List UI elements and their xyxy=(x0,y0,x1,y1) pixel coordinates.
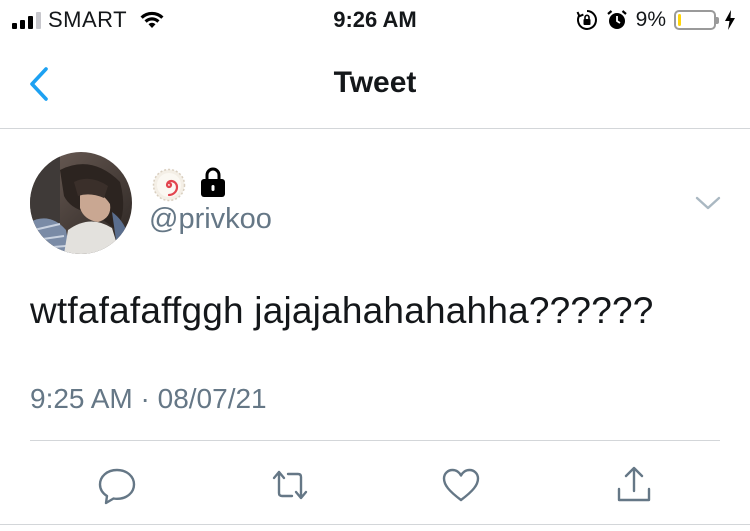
rotation-lock-icon xyxy=(576,10,597,30)
status-right: 9% xyxy=(576,7,736,33)
share-icon[interactable] xyxy=(612,463,656,507)
alarm-icon xyxy=(606,10,627,29)
divider xyxy=(30,440,720,441)
navigation-bar: Tweet xyxy=(0,40,750,129)
chevron-down-icon[interactable] xyxy=(694,192,722,214)
reply-icon[interactable] xyxy=(95,463,139,507)
tweet-actions xyxy=(0,455,750,515)
page-title: Tweet xyxy=(333,66,417,99)
bottom-divider xyxy=(0,524,750,525)
charging-bolt-icon xyxy=(725,10,735,30)
battery-icon xyxy=(674,10,719,30)
meta-separator: · xyxy=(132,383,158,414)
user-handle[interactable]: @privkoo xyxy=(149,203,272,236)
avatar[interactable] xyxy=(30,152,132,254)
status-bar: SMART 9:26 AM 9% xyxy=(0,0,750,40)
retweet-icon[interactable] xyxy=(268,463,312,507)
tweet-timestamp: 9:25 AM · 08/07/21 xyxy=(30,383,267,415)
tweet-date: 08/07/21 xyxy=(157,383,267,414)
tweet-text: wtfafafaffggh jajajahahahahha?????? xyxy=(30,290,654,331)
lock-icon xyxy=(201,167,225,197)
swirl-emoji-icon xyxy=(152,168,186,202)
like-icon[interactable] xyxy=(439,463,483,507)
battery-percent: 9% xyxy=(635,8,666,31)
tweet-time: 9:25 AM xyxy=(30,383,133,414)
